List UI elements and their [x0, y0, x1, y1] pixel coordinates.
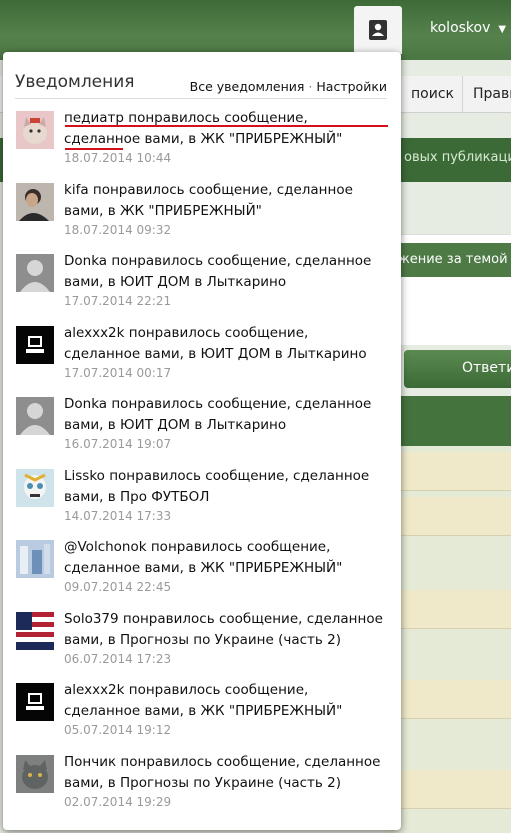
reply-button[interactable]: Ответи — [404, 350, 511, 388]
track-thread-label: жение за темой — [398, 252, 508, 267]
notification-text[interactable]: alexxx2k понравилось сообщение, сделанно… — [64, 323, 384, 365]
post-row — [384, 680, 511, 719]
banner-text: овых публикаци — [404, 150, 511, 165]
notification-item[interactable]: alexxx2k понравилось сообщение, сделанно… — [3, 678, 401, 750]
notification-time: 14.07.2014 17:33 — [64, 508, 172, 523]
notification-item[interactable]: @Volchonok понравилось сообщение, сделан… — [3, 535, 401, 607]
notifications-button[interactable] — [354, 6, 402, 54]
username-label: koloskov — [430, 20, 491, 36]
notification-text[interactable]: Solo379 понравилось сообщение, сделанное… — [64, 609, 384, 651]
notification-time: 09.07.2014 22:45 — [64, 580, 172, 594]
notification-item[interactable]: Пончик понравилось сообщение, сделанное … — [3, 750, 401, 822]
settings-link[interactable]: Настройки — [316, 79, 387, 94]
track-thread-button[interactable]: жение за темой — [384, 243, 511, 277]
notification-time: 02.07.2014 19:29 — [64, 794, 172, 809]
grey-cat-avatar-icon[interactable] — [16, 754, 54, 793]
chevron-down-icon: ▼ — [498, 24, 507, 35]
panel-links: Все уведомления · Настройки — [190, 79, 387, 94]
notification-item[interactable]: Donka понравилось сообщение, сделанное в… — [3, 392, 401, 464]
post-row — [384, 452, 511, 491]
notification-text[interactable]: kifa понравилось сообщение, сделанное ва… — [64, 180, 384, 222]
notification-time: 18.07.2014 09:32 — [64, 222, 172, 237]
link-separator: · — [308, 79, 313, 94]
annotation-underline — [65, 148, 123, 150]
post-row — [384, 770, 511, 809]
user-menu[interactable]: koloskov ▼ — [430, 20, 506, 36]
notification-list: педиатр понравилось сообщение, сделанное… — [3, 106, 401, 821]
divider — [15, 98, 387, 99]
notification-item[interactable]: alexxx2k понравилось сообщение, сделанно… — [3, 321, 401, 393]
nav-tab-rules[interactable]: Прави — [462, 76, 511, 112]
computer-avatar-icon[interactable] — [16, 683, 54, 721]
notification-text[interactable]: Donka понравилось сообщение, сделанное в… — [64, 251, 384, 293]
notification-time: 18.07.2014 10:44 — [64, 151, 172, 165]
computer-avatar-icon[interactable] — [16, 325, 54, 364]
skull-avatar-icon[interactable] — [16, 468, 54, 507]
notification-text[interactable]: Lissko понравилось сообщение, сделанное … — [64, 466, 384, 508]
post-row — [384, 497, 511, 536]
notification-time: 06.07.2014 17:23 — [64, 651, 172, 666]
notification-item[interactable]: Donka понравилось сообщение, сделанное в… — [3, 249, 401, 321]
blue-photo-avatar-icon[interactable] — [16, 540, 54, 578]
post-header-bar — [384, 396, 511, 446]
notification-time: 05.07.2014 19:12 — [64, 723, 172, 737]
reply-label: Ответи — [462, 360, 511, 376]
notification-text[interactable]: Donka понравилось сообщение, сделанное в… — [64, 394, 384, 436]
notification-item[interactable]: Solo379 понравилось сообщение, сделанное… — [3, 607, 401, 679]
notification-text[interactable]: Пончик понравилось сообщение, сделанное … — [64, 752, 384, 794]
default-avatar-icon[interactable] — [16, 397, 54, 435]
panel-title: Уведомления — [15, 72, 135, 92]
all-notifications-link[interactable]: Все уведомления — [190, 79, 305, 94]
top-bar: koloskov ▼ — [0, 0, 511, 60]
notifications-panel: Уведомления Все уведомления · Настройки пе… — [3, 52, 401, 830]
notification-item[interactable]: педиатр понравилось сообщение, сделанное… — [3, 106, 401, 178]
notification-text[interactable]: alexxx2k понравилось сообщение, сделанно… — [64, 680, 384, 722]
nav-tab-search[interactable]: поиск — [400, 76, 464, 112]
photo-avatar-icon[interactable] — [16, 182, 54, 221]
cat-avatar-icon[interactable] — [16, 111, 54, 149]
notification-text[interactable]: педиатр понравилось сообщение, сделанное… — [64, 108, 384, 150]
notification-time: 17.07.2014 00:17 — [64, 365, 172, 380]
notification-time: 16.07.2014 19:07 — [64, 437, 172, 451]
notification-item[interactable]: Lissko понравилось сообщение, сделанное … — [3, 464, 401, 536]
notification-time: 17.07.2014 22:21 — [64, 294, 172, 308]
flag-avatar-icon[interactable] — [16, 611, 54, 650]
user-icon — [369, 20, 387, 40]
notification-text[interactable]: @Volchonok понравилось сообщение, сделан… — [64, 537, 384, 579]
notification-item[interactable]: kifa понравилось сообщение, сделанное ва… — [3, 178, 401, 250]
default-avatar-icon[interactable] — [16, 254, 54, 292]
post-row — [384, 590, 511, 629]
annotation-underline — [65, 125, 388, 127]
